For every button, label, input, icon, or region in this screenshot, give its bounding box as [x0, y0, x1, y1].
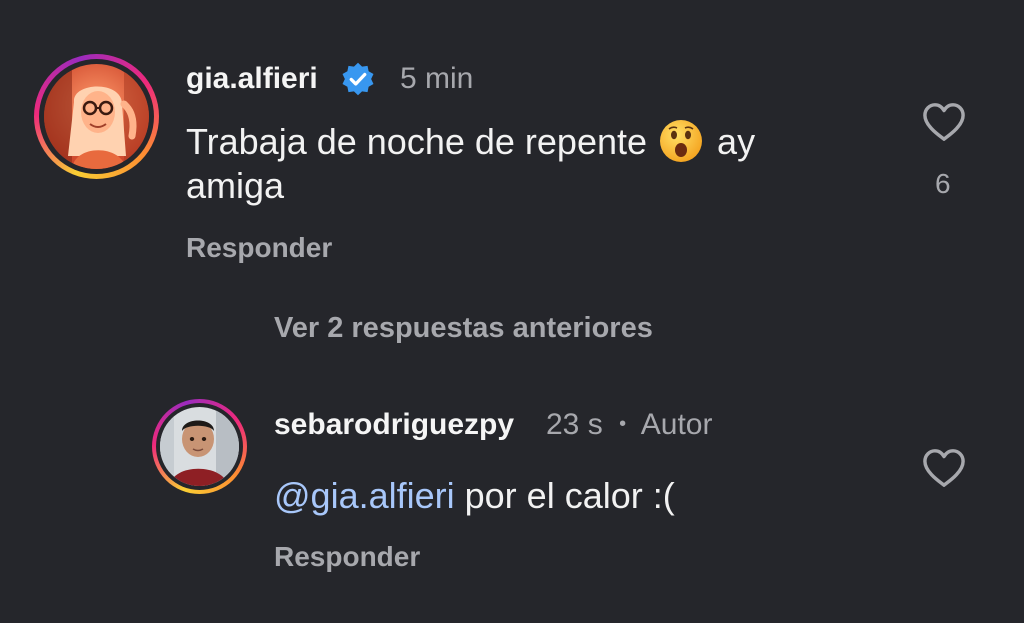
comment-timestamp: 5 min — [400, 62, 474, 95]
comment-username[interactable]: gia.alfieri — [186, 62, 318, 96]
comment-text-part1: Trabaja de noche de repente — [186, 121, 648, 162]
reply-username[interactable]: sebarodriguezpy — [274, 408, 514, 442]
heart-outline-icon[interactable] — [921, 101, 967, 143]
avatar-photo — [44, 64, 149, 169]
comment-reply-button[interactable]: Responder — [186, 232, 332, 264]
comments-thread: gia.alfieri 5 min Trabaja de noche de re… — [0, 0, 1024, 623]
comment-text-line2: amiga — [186, 165, 285, 206]
verified-badge-icon — [342, 62, 374, 96]
heart-outline-icon[interactable] — [921, 447, 967, 489]
reply-meta: 23 s • Autor — [546, 408, 712, 442]
comment-like-count: 6 — [935, 168, 951, 199]
view-replies-button[interactable]: Ver 2 respuestas anteriores — [274, 312, 653, 345]
reply-timestamp: 23 s — [546, 408, 603, 441]
reply-body: por el calor :( — [464, 475, 675, 516]
reply-text: @gia.alfieri por el calor :( — [274, 474, 675, 518]
reply-mention-link[interactable]: @gia.alfieri — [274, 475, 455, 516]
meta-separator: • — [619, 413, 627, 435]
comment-text: Trabaja de noche de repente ay amiga — [186, 120, 886, 208]
avatar-photo — [160, 407, 239, 486]
comment-text-part2: ay — [717, 121, 756, 162]
author-badge: Autor — [640, 408, 713, 441]
reply-reply-button[interactable]: Responder — [274, 541, 420, 573]
avatar-gia-alfieri[interactable] — [34, 54, 159, 179]
avatar-sebarodriguezpy[interactable] — [152, 399, 247, 494]
astonished-face-emoji-icon — [660, 120, 703, 163]
